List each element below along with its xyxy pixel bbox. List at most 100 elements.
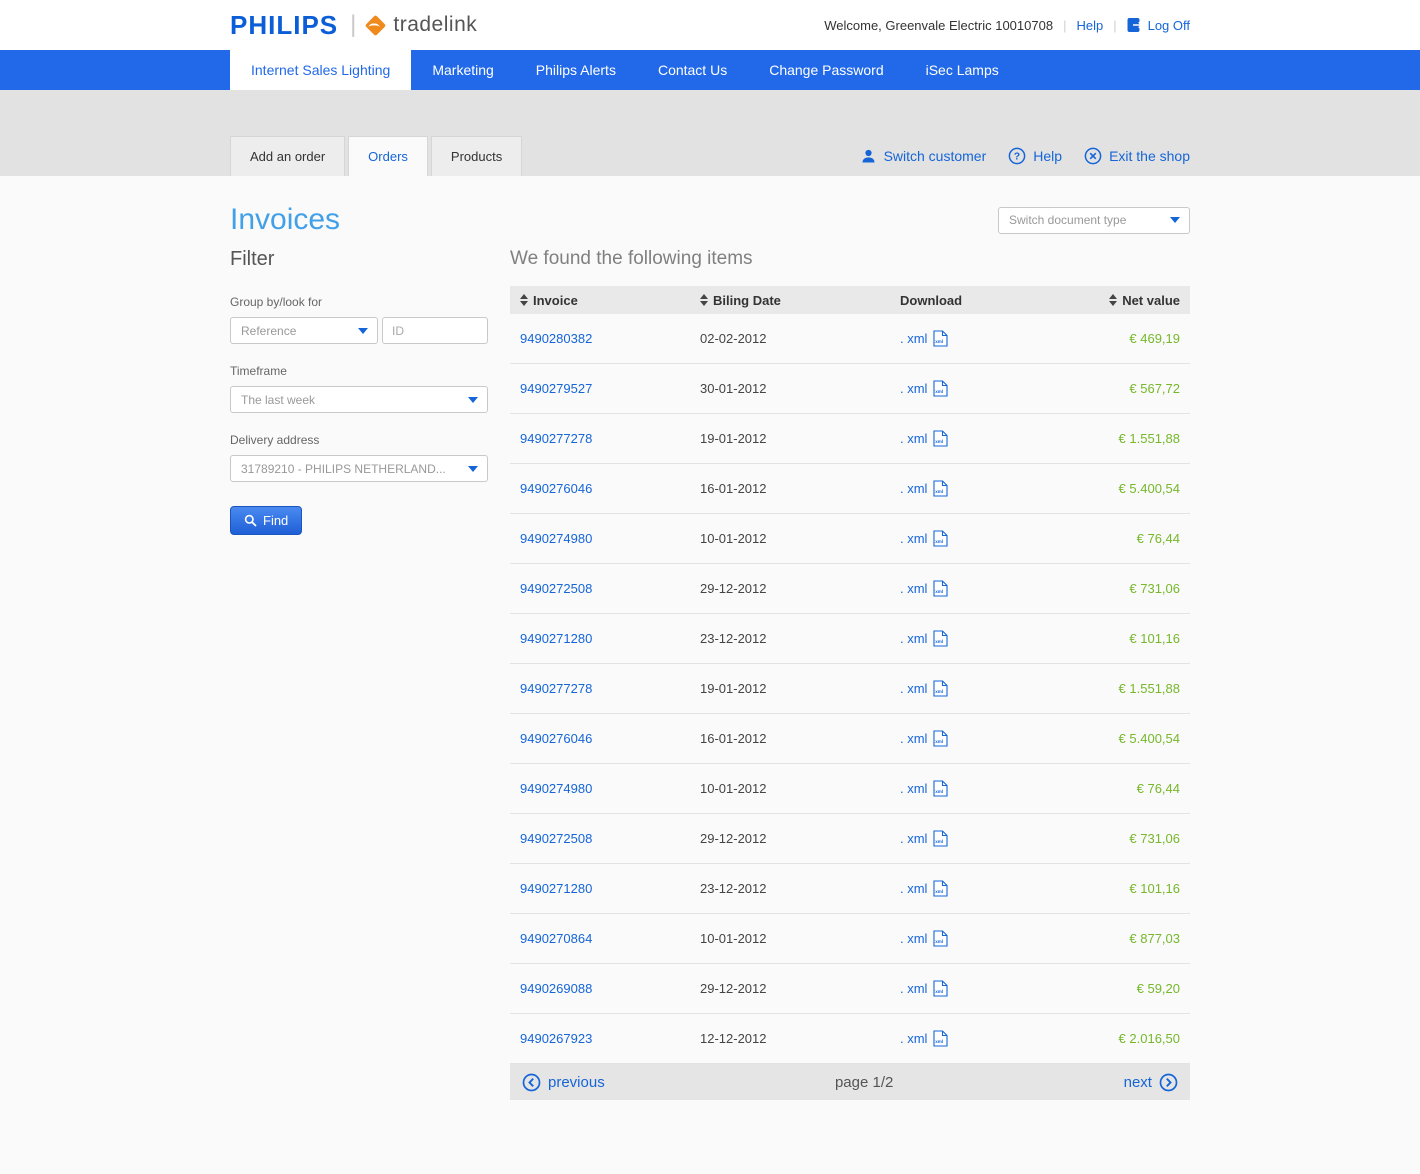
group-by-label: Group by/look for: [230, 295, 323, 309]
xml-download-link[interactable]: . xml: [900, 831, 927, 846]
xml-file-icon[interactable]: xml: [933, 730, 949, 747]
shop-tabs: Add an order Orders Products: [230, 136, 525, 176]
invoice-link[interactable]: 9490277278: [520, 431, 592, 446]
xml-download-link[interactable]: . xml: [900, 931, 927, 946]
net-value-cell: € 101,16: [1129, 881, 1180, 896]
reference-dropdown[interactable]: Reference: [230, 317, 378, 344]
tab-orders[interactable]: Orders: [348, 136, 428, 176]
main-nav: Internet Sales Lighting Marketing Philip…: [0, 50, 1420, 90]
download-cell: . xml xml: [900, 530, 1080, 547]
sort-icon[interactable]: [520, 294, 528, 306]
chevron-down-icon: [358, 327, 368, 334]
search-icon: [244, 514, 257, 527]
close-icon: [1084, 147, 1102, 165]
switch-customer-link[interactable]: Switch customer: [860, 148, 986, 164]
xml-download-link[interactable]: . xml: [900, 781, 927, 796]
invoice-link[interactable]: 9490277278: [520, 681, 592, 696]
nav-item-philips-alerts[interactable]: Philips Alerts: [515, 50, 637, 90]
xml-file-icon[interactable]: xml: [933, 780, 949, 797]
tab-products[interactable]: Products: [430, 136, 523, 176]
invoice-table-header: Invoice Biling Date Download Net value: [510, 286, 1190, 314]
invoice-link[interactable]: 9490279527: [520, 381, 592, 396]
xml-file-icon[interactable]: xml: [933, 980, 949, 997]
download-cell: . xml xml: [900, 730, 1080, 747]
nav-item-marketing[interactable]: Marketing: [411, 50, 514, 90]
xml-file-icon[interactable]: xml: [933, 680, 949, 697]
download-cell: . xml xml: [900, 380, 1080, 397]
billing-date-cell: 23-12-2012: [700, 631, 767, 646]
invoice-cell: 9490267923: [520, 1031, 700, 1046]
xml-file-icon[interactable]: xml: [933, 480, 949, 497]
delivery-address-dropdown[interactable]: 31789210 - PHILIPS NETHERLAND...: [230, 455, 488, 482]
invoice-link[interactable]: 9490280382: [520, 331, 592, 346]
nav-item-change-password[interactable]: Change Password: [748, 50, 904, 90]
invoice-link[interactable]: 9490271280: [520, 881, 592, 896]
sort-icon[interactable]: [700, 294, 708, 306]
download-cell: . xml xml: [900, 780, 1080, 797]
results-panel: We found the following items Invoice Bil…: [510, 248, 1190, 1100]
svg-text:xml: xml: [936, 689, 944, 694]
xml-download-link[interactable]: . xml: [900, 681, 927, 696]
nav-item-internet-sales-lighting[interactable]: Internet Sales Lighting: [230, 50, 412, 90]
column-header-net-value[interactable]: Net value: [1080, 293, 1180, 308]
reference-dropdown-value: Reference: [241, 323, 297, 338]
sort-icon[interactable]: [1109, 294, 1118, 306]
column-header-invoice[interactable]: Invoice: [520, 293, 700, 308]
next-page-link[interactable]: next: [1124, 1073, 1178, 1092]
header-divider: |: [1063, 17, 1067, 33]
xml-download-link[interactable]: . xml: [900, 1031, 927, 1046]
nav-item-isec-lamps[interactable]: iSec Lamps: [905, 50, 1020, 90]
shop-help-label: Help: [1033, 148, 1063, 164]
invoice-link[interactable]: 9490274980: [520, 531, 592, 546]
logoff-link[interactable]: Log Off: [1127, 17, 1190, 33]
find-button[interactable]: Find: [230, 506, 303, 535]
help-link[interactable]: Help: [1076, 18, 1103, 33]
nav-item-contact-us[interactable]: Contact Us: [637, 50, 748, 90]
xml-download-link[interactable]: . xml: [900, 331, 927, 346]
shop-help-link[interactable]: ? Help: [1008, 147, 1062, 165]
invoice-link[interactable]: 9490276046: [520, 731, 592, 746]
invoice-link[interactable]: 9490270864: [520, 931, 592, 946]
invoice-link[interactable]: 9490272508: [520, 581, 592, 596]
xml-file-icon[interactable]: xml: [933, 880, 949, 897]
table-row: 9490277278 19-01-2012 . xml xml € 1.551,…: [510, 414, 1190, 464]
xml-download-link[interactable]: . xml: [900, 981, 927, 996]
invoice-link[interactable]: 9490272508: [520, 831, 592, 846]
svg-text:xml: xml: [936, 539, 944, 544]
xml-download-link[interactable]: . xml: [900, 731, 927, 746]
billing-date-cell: 02-02-2012: [700, 331, 767, 346]
column-header-billing-date[interactable]: Biling Date: [700, 293, 900, 308]
delivery-address-label: Delivery address: [230, 433, 320, 447]
xml-file-icon[interactable]: xml: [933, 330, 949, 347]
exit-shop-link[interactable]: Exit the shop: [1084, 147, 1190, 165]
invoice-link[interactable]: 9490267923: [520, 1031, 592, 1046]
xml-download-link[interactable]: . xml: [900, 581, 927, 596]
xml-download-link[interactable]: . xml: [900, 531, 927, 546]
logoff-icon: [1127, 17, 1143, 33]
xml-file-icon[interactable]: xml: [933, 580, 949, 597]
invoice-cell: 9490269088: [520, 981, 700, 996]
xml-download-link[interactable]: . xml: [900, 881, 927, 896]
switch-document-type-dropdown[interactable]: Switch document type: [998, 206, 1190, 234]
timeframe-dropdown[interactable]: The last week: [230, 386, 488, 413]
xml-download-link[interactable]: . xml: [900, 431, 927, 446]
xml-file-icon[interactable]: xml: [933, 530, 949, 547]
xml-file-icon[interactable]: xml: [933, 830, 949, 847]
xml-file-icon[interactable]: xml: [933, 430, 949, 447]
xml-download-link[interactable]: . xml: [900, 481, 927, 496]
xml-download-link[interactable]: . xml: [900, 381, 927, 396]
xml-file-icon[interactable]: xml: [933, 630, 949, 647]
invoice-link[interactable]: 9490269088: [520, 981, 592, 996]
billing-date-cell: 12-12-2012: [700, 1031, 767, 1046]
invoice-link[interactable]: 9490276046: [520, 481, 592, 496]
xml-file-icon[interactable]: xml: [933, 380, 949, 397]
xml-download-link[interactable]: . xml: [900, 631, 927, 646]
xml-file-icon[interactable]: xml: [933, 930, 949, 947]
xml-file-icon[interactable]: xml: [933, 1030, 949, 1047]
id-input[interactable]: [382, 317, 488, 344]
invoice-link[interactable]: 9490274980: [520, 781, 592, 796]
tab-add-an-order[interactable]: Add an order: [230, 136, 346, 176]
invoice-link[interactable]: 9490271280: [520, 631, 592, 646]
previous-page-link[interactable]: previous: [522, 1073, 605, 1092]
svg-text:?: ?: [1014, 151, 1020, 163]
